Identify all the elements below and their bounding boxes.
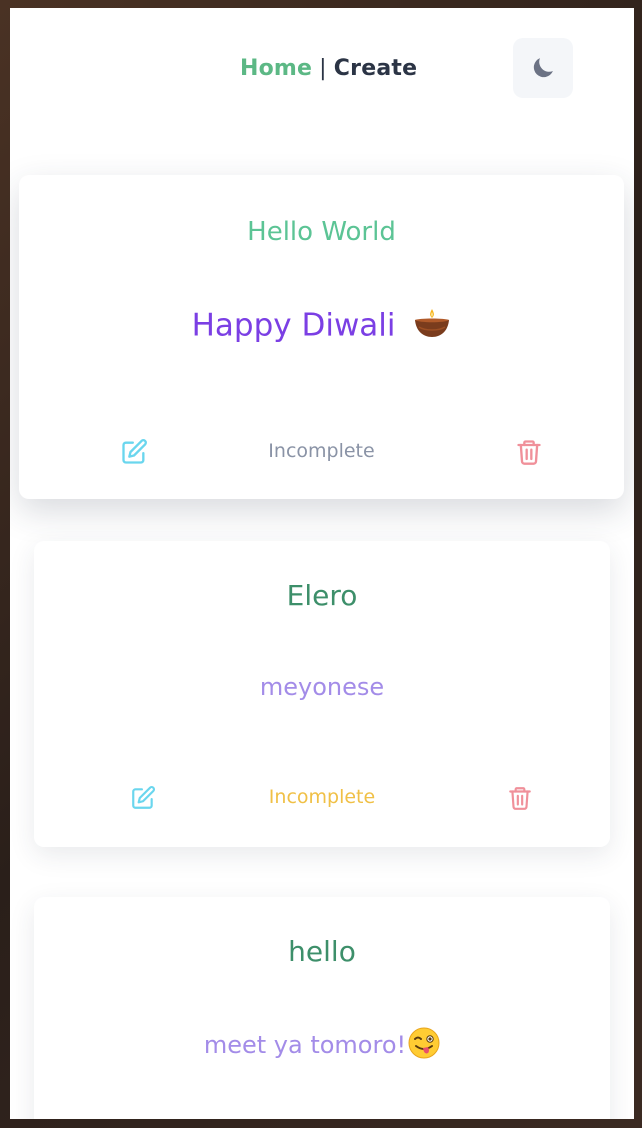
nav-links: Home | Create (240, 56, 417, 81)
app-screen: Home | Create Hello World Happy Diwali I… (10, 8, 634, 1119)
nav-separator: | (319, 56, 327, 81)
delete-button[interactable] (509, 432, 549, 472)
note-card: Hello World Happy Diwali Incomplete (19, 175, 624, 499)
note-title: Elero (286, 579, 358, 612)
device-frame: Home | Create Hello World Happy Diwali I… (0, 0, 642, 1128)
note-body: meyonese (34, 673, 610, 701)
note-title: Hello World (247, 217, 396, 247)
note-body: Happy Diwali (19, 307, 624, 347)
top-nav: Home | Create (10, 8, 634, 138)
note-body-text: meet ya tomoro! (203, 1031, 407, 1059)
diya-lamp-emoji (413, 307, 451, 347)
note-card: hello meet ya tomoro! (34, 897, 610, 1119)
note-actions: Incomplete (19, 432, 624, 472)
delete-button[interactable] (500, 778, 540, 818)
note-body-text: Happy Diwali (191, 307, 396, 344)
note-body-text: meyonese (259, 673, 385, 701)
trash-icon (509, 787, 531, 810)
note-actions: Incomplete (34, 778, 610, 818)
winking-face-with-tongue-emoji (408, 1027, 440, 1065)
note-body: meet ya tomoro! (34, 1027, 610, 1065)
note-title: hello (288, 935, 356, 968)
moon-icon (533, 58, 553, 78)
theme-toggle-button[interactable] (513, 38, 573, 98)
nav-home-link[interactable]: Home (240, 56, 312, 81)
trash-icon (517, 440, 541, 465)
note-card: Elero meyonese Incomplete (34, 541, 610, 847)
nav-create-link[interactable]: Create (334, 56, 417, 81)
